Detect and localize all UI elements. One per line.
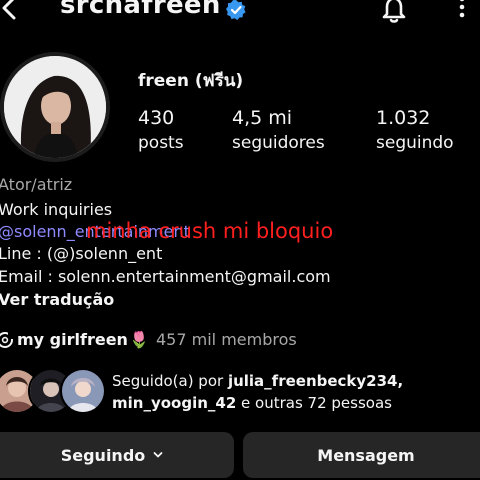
mutual-avatar xyxy=(60,368,106,414)
posts-label: posts xyxy=(138,133,184,153)
channel-icon xyxy=(0,331,14,348)
avatar-photo xyxy=(4,56,106,158)
message-button[interactable]: Mensagem xyxy=(243,432,480,478)
message-button-label: Mensagem xyxy=(317,445,415,465)
followers-stat[interactable]: 4,5 mi seguidores xyxy=(232,106,325,156)
profile-category: Ator/atriz xyxy=(0,175,73,194)
verified-badge-icon xyxy=(226,0,246,20)
following-label: seguindo xyxy=(376,133,454,153)
top-bar: srchafreen xyxy=(0,0,480,30)
following-count: 1.032 xyxy=(376,107,431,129)
see-translation-link[interactable]: Ver tradução xyxy=(0,289,114,311)
followed-by-text[interactable]: Seguido(a) por julia_freenbecky234, min_… xyxy=(112,370,403,414)
mutual-user-1[interactable]: julia_freenbecky234, xyxy=(228,372,403,390)
followers-label: seguidores xyxy=(232,133,325,153)
mutual-others[interactable]: outras 72 pessoas xyxy=(255,394,392,412)
bio-line-line: Line : (@)solenn_ent xyxy=(0,244,163,263)
followed-by-and: e xyxy=(236,394,256,412)
mutual-user-2[interactable]: min_yoogin_42 xyxy=(112,394,236,412)
channel-name: my girlfreen xyxy=(17,330,128,349)
tulip-emoji: 🌷 xyxy=(129,330,149,349)
posts-count: 430 xyxy=(138,107,175,129)
profile-page: srchafreen freen (ฟรีน) 430 posts 4,5 mi… xyxy=(0,0,480,480)
bell-icon[interactable] xyxy=(378,0,410,24)
profile-avatar[interactable] xyxy=(4,56,106,158)
channel-members: 457 mil membros xyxy=(156,330,297,349)
caption-overlay: minha crush mi bloquio xyxy=(86,219,334,243)
profile-username: srchafreen xyxy=(60,0,221,20)
chevron-down-icon xyxy=(153,452,163,458)
bio-line-email: Email : solenn.entertainment@gmail.com xyxy=(0,267,331,286)
followers-count: 4,5 mi xyxy=(232,107,293,129)
following-stat[interactable]: 1.032 seguindo xyxy=(376,106,454,156)
mutual-followers-avatars[interactable] xyxy=(0,368,106,414)
more-vertical-icon[interactable] xyxy=(454,0,470,24)
following-button-label: Seguindo xyxy=(60,445,146,465)
bio-line-work: Work inquiries xyxy=(0,200,113,219)
profile-display-name: freen (ฟรีน) xyxy=(138,71,244,91)
posts-stat[interactable]: 430 posts xyxy=(138,106,184,156)
following-button[interactable]: Seguindo xyxy=(0,432,234,478)
followed-by-prefix: Seguido(a) por xyxy=(112,372,228,390)
back-arrow-icon[interactable] xyxy=(0,0,24,22)
